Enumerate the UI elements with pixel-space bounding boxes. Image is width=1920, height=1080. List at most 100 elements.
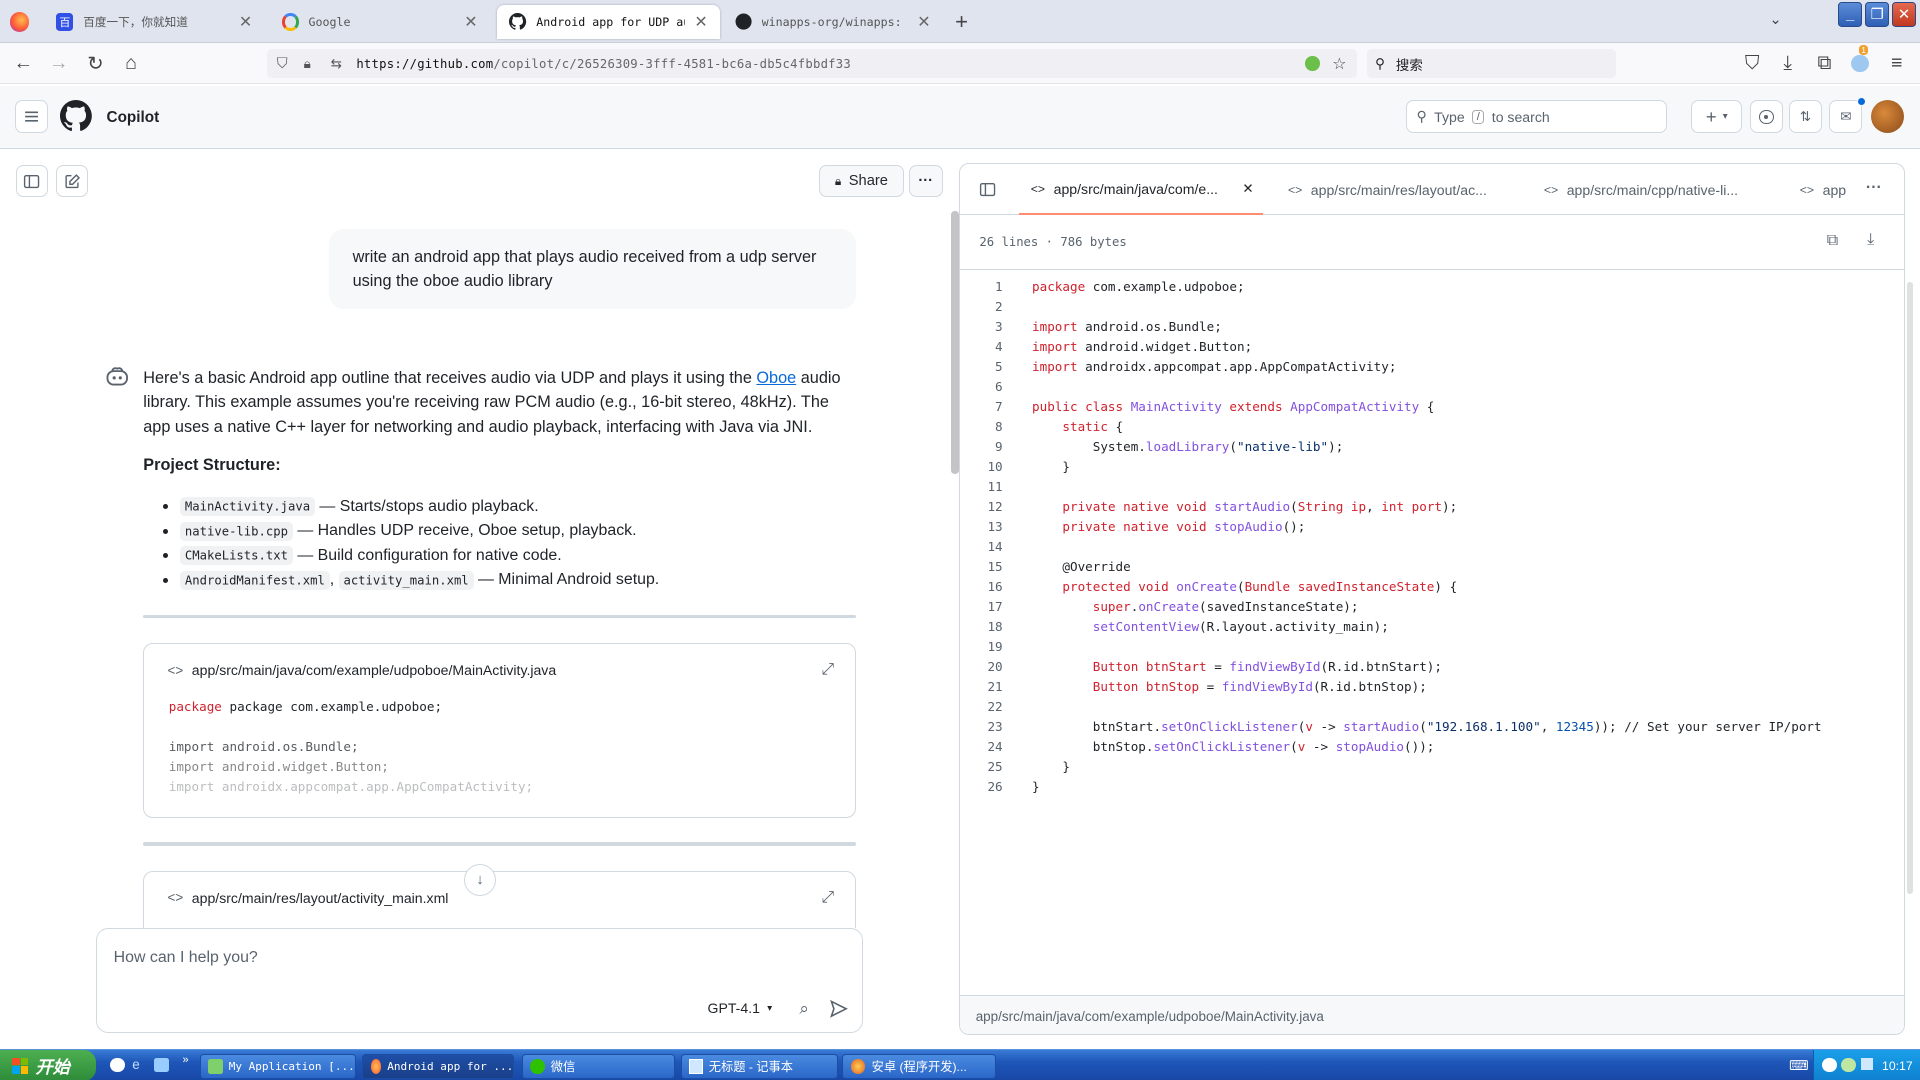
keyboard-icon[interactable]: ⌨ xyxy=(1789,1058,1808,1074)
share-button[interactable]: 🔒︎ Share xyxy=(819,165,904,198)
expand-icon[interactable]: ⤢ xyxy=(821,661,834,679)
firefox-icon[interactable] xyxy=(9,12,30,32)
line-number: 10 xyxy=(987,459,1003,475)
tab-list-chevron-icon[interactable]: ⌄ xyxy=(1769,11,1781,28)
pull-request-icon: ⇅ xyxy=(1799,108,1812,124)
more-tabs-kebab-icon[interactable]: ··· xyxy=(1866,179,1882,197)
browser-tab[interactable]: 百 百度一下，你就知道 ✕ xyxy=(44,5,264,39)
clock[interactable]: 10:17 xyxy=(1882,1059,1913,1073)
attach-icon[interactable]: ⌕ xyxy=(799,998,809,1019)
scroll-to-bottom-button[interactable]: ↓ xyxy=(464,864,496,897)
pocket-icon[interactable]: ⛉ xyxy=(1741,52,1763,75)
chat-composer[interactable]: How can I help you? GPT-4.1 ▾ ⌕ xyxy=(95,928,864,1034)
permissions-icon[interactable]: ⇆ xyxy=(331,56,342,72)
page-title[interactable]: Copilot xyxy=(107,109,160,127)
ie-icon[interactable]: e xyxy=(132,1057,139,1072)
issues-button[interactable] xyxy=(1749,100,1783,134)
taskbar-item-active[interactable]: Android app for ... xyxy=(362,1054,515,1079)
lock-icon[interactable]: 🔒︎ xyxy=(304,56,311,72)
quicklaunch-icon[interactable] xyxy=(110,1057,125,1073)
new-tab-button[interactable]: + xyxy=(955,9,968,35)
panel-tab[interactable]: <> app xyxy=(1800,164,1851,215)
tray-icon[interactable] xyxy=(1841,1057,1857,1073)
menu-icon[interactable]: ≡ xyxy=(1886,52,1908,75)
browser-tab-active[interactable]: Android app for UDP audio pl ✕ xyxy=(497,4,720,40)
extension-badge-icon[interactable]: 1 xyxy=(1849,45,1871,75)
code-card-header[interactable]: <> app/src/main/java/com/example/udpoboe… xyxy=(168,662,557,678)
code-card[interactable]: <> app/src/main/java/com/example/udpoboe… xyxy=(143,642,856,818)
close-icon[interactable]: ✕ xyxy=(917,12,930,32)
maximize-button[interactable]: ❐ xyxy=(1864,2,1890,27)
copy-icon[interactable]: ⧉ xyxy=(1827,232,1838,250)
code-card-header[interactable]: <> app/src/main/res/layout/activity_main… xyxy=(168,890,449,906)
toggle-sidebar-button[interactable] xyxy=(15,165,48,198)
tray-icon[interactable] xyxy=(1861,1057,1874,1070)
taskbar-item[interactable]: 微信 xyxy=(521,1054,675,1079)
github-search-input[interactable]: ⚲ Type / to search xyxy=(1405,100,1667,134)
downloads-icon[interactable]: ⤓ xyxy=(1777,52,1799,75)
windows-flag-icon xyxy=(12,1057,29,1074)
composer-input[interactable]: How can I help you? xyxy=(114,949,258,967)
close-icon[interactable]: ✕ xyxy=(464,12,477,32)
code-line: Button btnStart = findViewById(R.id.btnS… xyxy=(1092,659,1442,675)
browser-tab[interactable]: Google ✕ xyxy=(269,5,489,39)
quicklaunch-more-icon[interactable]: » xyxy=(182,1054,188,1066)
browser-tab[interactable]: winapps-org/winapps: Run Wi ✕ xyxy=(722,5,942,39)
chat-scrollbar[interactable] xyxy=(951,210,959,474)
forward-icon[interactable]: → xyxy=(48,52,70,75)
new-chat-button[interactable] xyxy=(56,165,89,198)
github-logo-icon[interactable] xyxy=(60,100,92,132)
close-window-button[interactable]: ✕ xyxy=(1891,2,1917,27)
inbox-button[interactable]: ✉ xyxy=(1829,96,1867,134)
send-icon[interactable] xyxy=(829,999,849,1019)
panel-tab[interactable]: <> app/src/main/cpp/native-li... xyxy=(1544,164,1738,215)
collapse-panel-icon[interactable] xyxy=(979,181,996,198)
expand-icon[interactable]: ⤢ xyxy=(821,889,834,907)
google-icon xyxy=(281,13,299,31)
home-icon[interactable]: ⌂ xyxy=(120,52,142,75)
reload-icon[interactable]: ↻ xyxy=(84,53,106,75)
tray-icon[interactable] xyxy=(1821,1057,1837,1073)
shield-icon[interactable]: ⛉ xyxy=(277,56,288,72)
url-text[interactable]: https://github.com/copilot/c/26526309-3f… xyxy=(356,57,851,71)
tab-title: Android app for UDP audio pl xyxy=(536,15,684,30)
taskbar-item[interactable]: 无标题 - 记事本 xyxy=(680,1054,838,1079)
avatar[interactable] xyxy=(1871,100,1905,134)
close-icon[interactable]: ✕ xyxy=(1242,181,1253,197)
search-key-hint: / xyxy=(1472,109,1485,124)
panel-tab-label: app/src/main/res/layout/ac... xyxy=(1310,181,1487,198)
close-icon[interactable]: ✕ xyxy=(694,12,707,32)
create-new-button[interactable]: + ▾ xyxy=(1691,100,1743,134)
back-icon[interactable]: ← xyxy=(12,52,34,75)
close-icon[interactable]: ✕ xyxy=(239,12,252,32)
taskbar-item[interactable]: My Application [... xyxy=(199,1054,357,1079)
list-item: MainActivity.java — Starts/stops audio p… xyxy=(162,495,659,519)
line-number: 22 xyxy=(987,699,1003,715)
browser-search-box[interactable]: ⚲ 搜索 xyxy=(1366,48,1617,79)
line-count: 26 lines xyxy=(979,234,1039,249)
line-number: 20 xyxy=(987,659,1003,675)
model-picker[interactable]: GPT-4.1 ▾ xyxy=(708,1000,773,1016)
code-line: import android.os.Bundle; xyxy=(168,738,359,754)
code-line: btnStop.setOnClickListener(v -> stopAudi… xyxy=(1032,739,1435,755)
url-bar[interactable]: ⛉ 🔒︎ ⇆ https://github.com/copilot/c/2652… xyxy=(266,48,1357,79)
extensions-icon[interactable]: ⧉ xyxy=(1813,52,1835,75)
panel-tab-active[interactable]: <> app/src/main/java/com/e... ✕ xyxy=(1018,164,1264,216)
download-icon[interactable]: ⤓ xyxy=(1867,231,1874,249)
panel-tab[interactable]: <> app/src/main/res/layout/ac... xyxy=(1288,164,1487,215)
extension-badge: 1 xyxy=(1858,45,1869,56)
minimize-button[interactable]: _ xyxy=(1837,2,1863,27)
pull-requests-button[interactable]: ⇅ xyxy=(1788,100,1823,134)
taskbar-item-label: My Application [... xyxy=(228,1059,355,1073)
code-card[interactable]: <> app/src/main/res/layout/activity_main… xyxy=(143,870,856,929)
more-options-button[interactable]: ··· xyxy=(908,165,943,198)
bookmark-star-icon[interactable]: ☆ xyxy=(1332,54,1346,74)
translate-icon[interactable] xyxy=(1305,56,1320,71)
hamburger-menu-button[interactable] xyxy=(14,100,48,134)
panel-scrollbar[interactable] xyxy=(1906,281,1913,894)
start-button[interactable]: 开始 xyxy=(0,1050,96,1080)
quicklaunch-icon[interactable] xyxy=(154,1057,169,1073)
oboe-link[interactable]: Oboe xyxy=(756,369,796,387)
search-icon: ⚲ xyxy=(1375,55,1385,71)
taskbar-item[interactable]: 安卓 (程序开发)... xyxy=(842,1054,996,1079)
